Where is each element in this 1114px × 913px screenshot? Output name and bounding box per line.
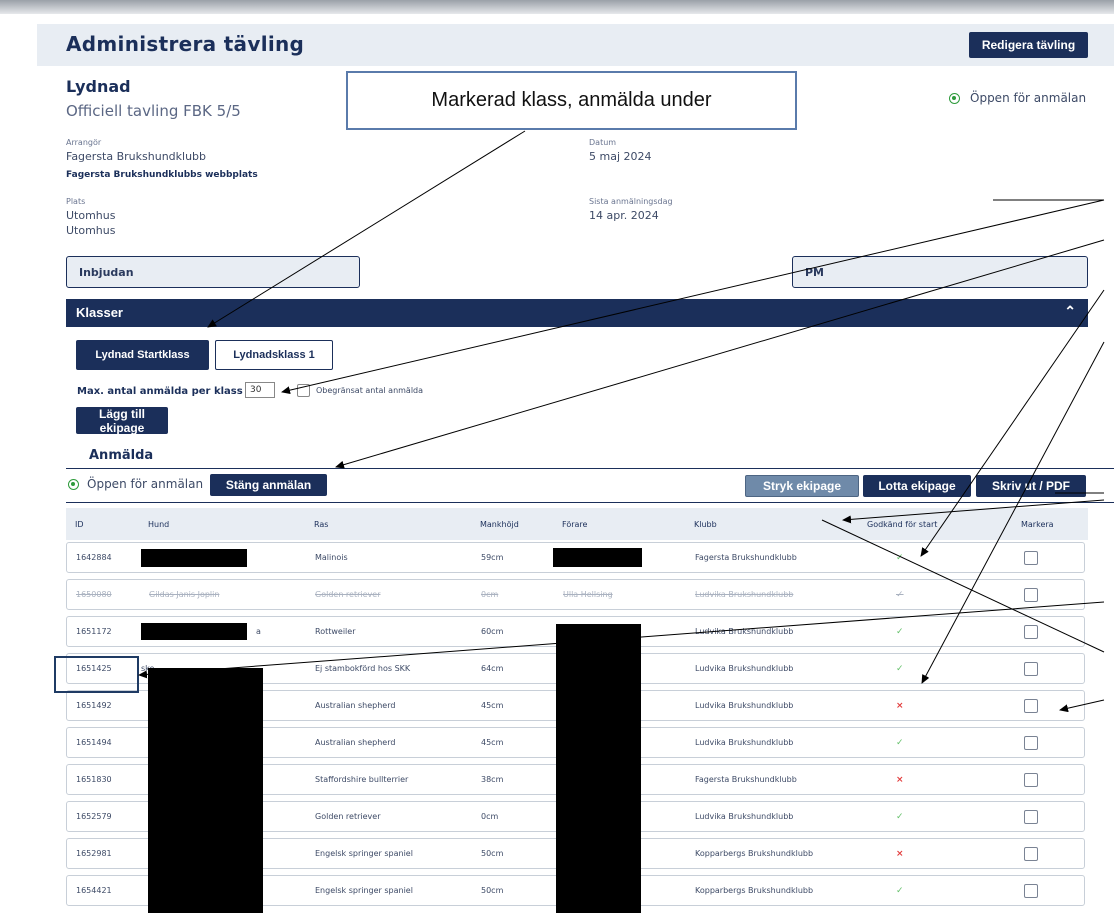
annotation-arrows (138, 130, 1105, 713)
arrow-to-checkbox (1059, 699, 1105, 713)
arrow-to-close-registration (335, 239, 1105, 469)
arrow-to-max-input (281, 199, 1105, 395)
arrow-to-approved-check (920, 289, 1105, 557)
arrow-to-id-highlight (138, 601, 1105, 679)
arrow-back-line (821, 519, 1105, 653)
arrow-to-approved-cross (921, 341, 1105, 684)
arrow-callout-to-class (207, 130, 526, 328)
arrow-to-header-club (842, 499, 1105, 524)
